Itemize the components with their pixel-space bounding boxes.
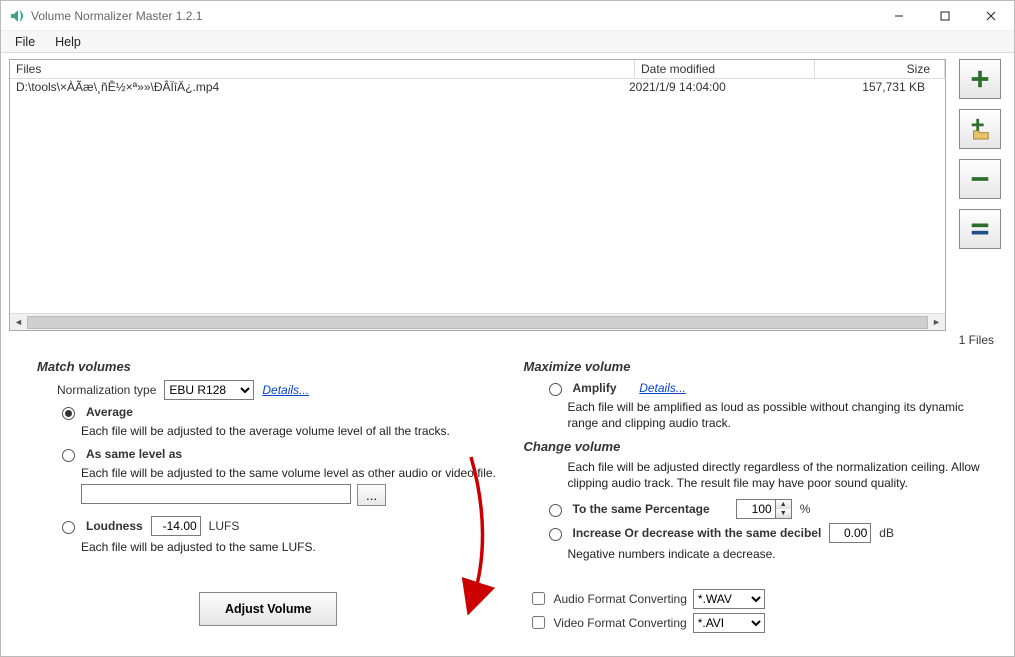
change-volume-title: Change volume <box>524 439 987 454</box>
decibel-unit: dB <box>879 526 894 540</box>
radio-amplify[interactable] <box>549 383 562 396</box>
horizontal-scrollbar[interactable]: ◄ ► <box>10 313 945 330</box>
radio-percentage[interactable] <box>549 504 562 517</box>
file-list[interactable]: Files Date modified Size D:\tools\×ÀÃæ\¸… <box>9 59 946 331</box>
decibel-value[interactable] <box>829 523 871 543</box>
percentage-spinner[interactable]: ▲▼ <box>776 499 792 519</box>
files-count: 1 Files <box>9 331 1006 353</box>
maximize-volume-title: Maximize volume <box>524 359 987 374</box>
close-button[interactable] <box>968 1 1014 31</box>
radio-same-level[interactable] <box>62 449 75 462</box>
cell-size: 157,731 KB <box>809 80 939 94</box>
cell-path: D:\tools\×ÀÃæ\¸ñÊ½×ª»»\ÐÂÏîÄ¿.mp4 <box>16 80 629 94</box>
radio-average[interactable] <box>62 407 75 420</box>
app-icon <box>9 8 25 24</box>
average-desc: Each file will be adjusted to the averag… <box>81 424 500 438</box>
browse-button[interactable]: ... <box>357 484 386 506</box>
menubar: File Help <box>1 31 1014 53</box>
radio-amplify-label: Amplify <box>573 381 617 395</box>
change-volume-desc: Each file will be adjusted directly rega… <box>568 460 987 491</box>
col-header-date[interactable]: Date modified <box>635 60 815 79</box>
amplify-details-link[interactable]: Details... <box>639 381 686 395</box>
audio-format-select[interactable]: *.WAV <box>693 589 765 609</box>
radio-percentage-label: To the same Percentage <box>573 502 710 516</box>
cell-date: 2021/1/9 14:04:00 <box>629 80 809 94</box>
minimize-button[interactable] <box>876 1 922 31</box>
audio-convert-checkbox[interactable] <box>532 592 545 605</box>
remove-button[interactable] <box>959 159 1001 199</box>
radio-decibel-label: Increase Or decrease with the same decib… <box>573 526 822 540</box>
radio-loudness-label: Loudness <box>86 519 143 533</box>
percentage-unit: % <box>800 502 811 516</box>
radio-same-level-label: As same level as <box>86 447 182 461</box>
match-details-link[interactable]: Details... <box>262 383 309 397</box>
plus-folder-icon <box>969 118 991 140</box>
video-convert-label: Video Format Converting <box>554 616 687 630</box>
clear-icon <box>969 218 991 240</box>
negative-note: Negative numbers indicate a decrease. <box>568 547 987 563</box>
loudness-unit: LUFS <box>209 519 240 533</box>
percentage-value[interactable] <box>736 499 776 519</box>
reference-file-input[interactable] <box>81 484 351 504</box>
add-folder-button[interactable] <box>959 109 1001 149</box>
loudness-desc: Each file will be adjusted to the same L… <box>81 540 500 554</box>
adjust-volume-button[interactable]: Adjust Volume <box>199 592 337 626</box>
normalization-type-select[interactable]: EBU R128 <box>164 380 254 400</box>
menu-help[interactable]: Help <box>55 35 81 49</box>
col-header-size[interactable]: Size <box>815 60 945 79</box>
audio-convert-label: Audio Format Converting <box>554 592 687 606</box>
window-title: Volume Normalizer Master 1.2.1 <box>31 9 202 23</box>
titlebar: Volume Normalizer Master 1.2.1 <box>1 1 1014 31</box>
minus-icon <box>969 168 991 190</box>
maximize-button[interactable] <box>922 1 968 31</box>
same-level-desc: Each file will be adjusted to the same v… <box>81 466 500 480</box>
match-volumes-title: Match volumes <box>37 359 500 374</box>
radio-decibel[interactable] <box>549 528 562 541</box>
col-header-files[interactable]: Files <box>10 60 635 79</box>
amplify-desc: Each file will be amplified as loud as p… <box>568 400 987 431</box>
loudness-value[interactable] <box>151 516 201 536</box>
radio-average-label: Average <box>86 405 133 419</box>
radio-loudness[interactable] <box>62 521 75 534</box>
plus-icon <box>969 68 991 90</box>
video-convert-checkbox[interactable] <box>532 616 545 629</box>
table-row[interactable]: D:\tools\×ÀÃæ\¸ñÊ½×ª»»\ÐÂÏîÄ¿.mp4 2021/1… <box>10 79 945 95</box>
clear-button[interactable] <box>959 209 1001 249</box>
video-format-select[interactable]: *.AVI <box>693 613 765 633</box>
add-file-button[interactable] <box>959 59 1001 99</box>
menu-file[interactable]: File <box>15 35 35 49</box>
normalization-type-label: Normalization type <box>57 383 156 397</box>
